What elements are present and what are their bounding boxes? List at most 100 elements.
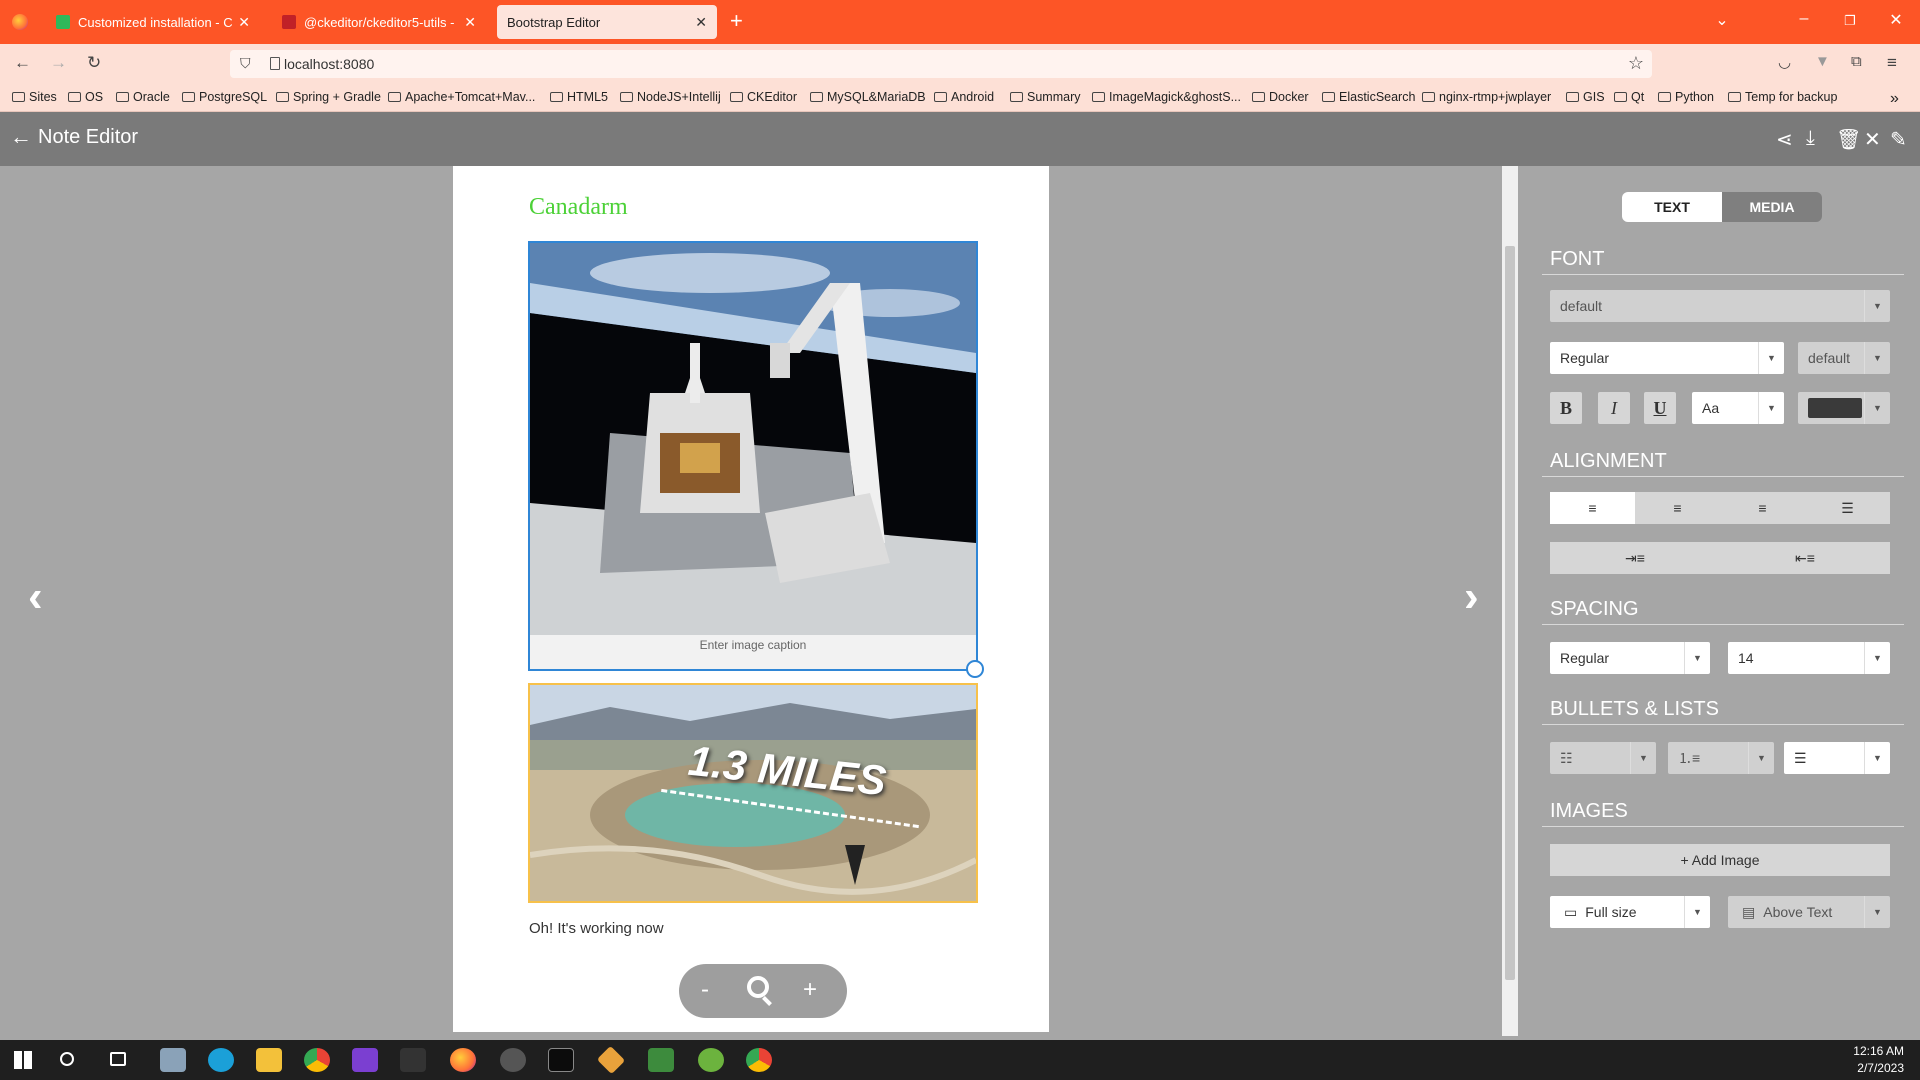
bullet-list-select[interactable]: ☷ ▼ [1550,742,1656,774]
image-position-select[interactable]: ▤ Above Text ▼ [1728,896,1890,928]
bookmark-folder[interactable]: MySQL&MariaDB [810,90,926,104]
document-heading[interactable]: Canadarm [529,194,628,221]
firefox-taskbar-icon[interactable] [450,1048,476,1072]
next-page-icon[interactable]: › [1464,572,1479,622]
underline-button[interactable]: U [1644,392,1676,424]
scrollbar-thumb[interactable] [1505,246,1515,980]
windows-start-icon[interactable] [14,1051,32,1069]
edge-icon[interactable] [208,1048,234,1072]
bookmark-folder[interactable]: GIS [1566,90,1605,104]
minimize-button[interactable]: – [1784,10,1824,28]
bookmark-folder[interactable]: CKEditor [730,90,797,104]
outdent-button[interactable]: ⇤≡ [1720,542,1890,574]
more-bookmarks-icon[interactable]: » [1890,90,1899,108]
font-size-select[interactable]: default ▼ [1798,342,1890,374]
image-caption-input[interactable]: Enter image caption [530,638,976,652]
close-tab-icon[interactable]: ✕ [695,14,707,31]
tab-bootstrap-editor[interactable]: Bootstrap Editor ✕ [497,5,717,39]
bookmark-star-icon[interactable]: ☆ [1628,53,1644,74]
list-all-tabs-icon[interactable]: ⌄ [1702,10,1742,30]
line-spacing-select[interactable]: Regular ▼ [1550,642,1710,674]
extensions-icon[interactable]: ⧉ [1851,53,1862,70]
terminal-icon[interactable] [400,1048,426,1072]
firefox-icon[interactable] [12,14,28,30]
font-family-select[interactable]: default ▼ [1550,290,1890,322]
url-bar[interactable]: ⛉ localhost:8080 ☆ [230,50,1652,78]
bookmark-folder[interactable]: Apache+Tomcat+Mav... [388,90,535,104]
spring-icon[interactable] [698,1048,724,1072]
download-icon[interactable]: ⤓ [1806,127,1815,150]
mine-pit-image[interactable] [530,685,976,901]
bookmark-folder[interactable]: Temp for backup [1728,90,1837,104]
restore-button[interactable]: ❐ [1830,13,1870,29]
text-case-select[interactable]: Aa ▼ [1692,392,1784,424]
app-icon[interactable] [160,1048,186,1072]
pencil-icon[interactable]: ✎ [1890,127,1907,152]
close-tab-icon[interactable]: ✕ [238,14,250,31]
previous-page-icon[interactable]: ‹ [28,572,43,622]
bookmark-folder[interactable]: Python [1658,90,1714,104]
shield-icon[interactable]: ⛉ [240,55,251,72]
page-icon[interactable] [270,57,280,70]
clock-time[interactable]: 12:16 AM [1853,1044,1904,1058]
bookmark-folder[interactable]: Qt [1614,90,1644,104]
zoom-out-button[interactable]: - [701,976,709,1004]
document-page[interactable]: Canadarm Enter image caption 1.3 MILES O… [453,166,1049,1032]
vpn-icon[interactable]: ▼ [1815,53,1830,70]
close-tab-icon[interactable]: ✕ [464,14,476,31]
bookmark-folder[interactable]: Summary [1010,90,1080,104]
bookmark-folder[interactable]: Android [934,90,994,104]
align-left-button[interactable]: ≡ [1550,492,1635,524]
font-color-select[interactable]: ▼ [1798,392,1890,424]
document-paragraph[interactable]: Oh! It's working now [529,920,664,937]
close-window-button[interactable]: ✕ [1876,10,1916,30]
intellij-icon[interactable] [352,1048,378,1072]
image-figure-mine[interactable]: 1.3 MILES [528,683,978,903]
indent-button[interactable]: ⇥≡ [1550,542,1720,574]
bookmark-folder[interactable]: Sites [12,90,57,104]
close-icon[interactable]: ✕ [1864,127,1881,152]
tab-media[interactable]: MEDIA [1722,192,1822,222]
canadarm-image[interactable] [530,243,976,635]
task-view-icon[interactable] [110,1052,126,1066]
heidisql-icon[interactable] [500,1048,526,1072]
file-explorer-icon[interactable] [256,1048,282,1072]
search-icon[interactable] [60,1052,74,1066]
tab-ckeditor-install[interactable]: Customized installation - CKEdi ✕ [46,5,260,39]
forward-icon[interactable]: → [50,53,67,73]
image-figure-canadarm[interactable]: Enter image caption [528,241,984,678]
app-green-icon[interactable] [648,1048,674,1072]
bookmark-folder[interactable]: PostgreSQL [182,90,267,104]
numbered-list-select[interactable]: ⒈≡ ▼ [1668,742,1774,774]
tab-text[interactable]: TEXT [1622,192,1722,222]
menu-icon[interactable]: ≡ [1887,53,1897,73]
zoom-in-button[interactable]: + [803,976,817,1004]
font-weight-select[interactable]: Regular ▼ [1550,342,1784,374]
bookmark-folder[interactable]: Docker [1252,90,1309,104]
trash-icon[interactable]: 🗑 [1836,127,1861,152]
tab-npm[interactable]: @ckeditor/ckeditor5-utils - npm ✕ [272,5,486,39]
console-icon[interactable] [548,1048,574,1072]
clock-date[interactable]: 2/7/2023 [1857,1061,1904,1075]
image-size-select[interactable]: ▭ Full size ▼ [1550,896,1710,928]
align-center-button[interactable]: ≡ [1635,492,1720,524]
back-arrow-icon[interactable]: ← [10,124,32,150]
bookmark-folder[interactable]: ImageMagick&ghostS... [1092,90,1241,104]
add-image-button[interactable]: + Add Image [1550,844,1890,876]
pocket-icon[interactable]: ◡ [1778,53,1791,71]
bold-button[interactable]: B [1550,392,1582,424]
bookmark-folder[interactable]: ElasticSearch [1322,90,1415,104]
chrome-icon[interactable] [304,1048,330,1072]
resize-handle[interactable] [966,660,984,678]
share-icon[interactable]: ⋖ [1776,127,1793,152]
align-justify-button[interactable]: ☰ [1805,492,1890,524]
reload-icon[interactable]: ↻ [87,53,101,73]
no-list-select[interactable]: ☰ ▼ [1784,742,1890,774]
bookmark-folder[interactable]: Oracle [116,90,170,104]
back-icon[interactable]: ← [14,53,31,73]
git-icon[interactable] [596,1045,626,1075]
magnifier-icon[interactable] [747,976,769,998]
bookmark-folder[interactable]: OS [68,90,103,104]
align-right-button[interactable]: ≡ [1720,492,1805,524]
bookmark-folder[interactable]: Spring + Gradle [276,90,381,104]
